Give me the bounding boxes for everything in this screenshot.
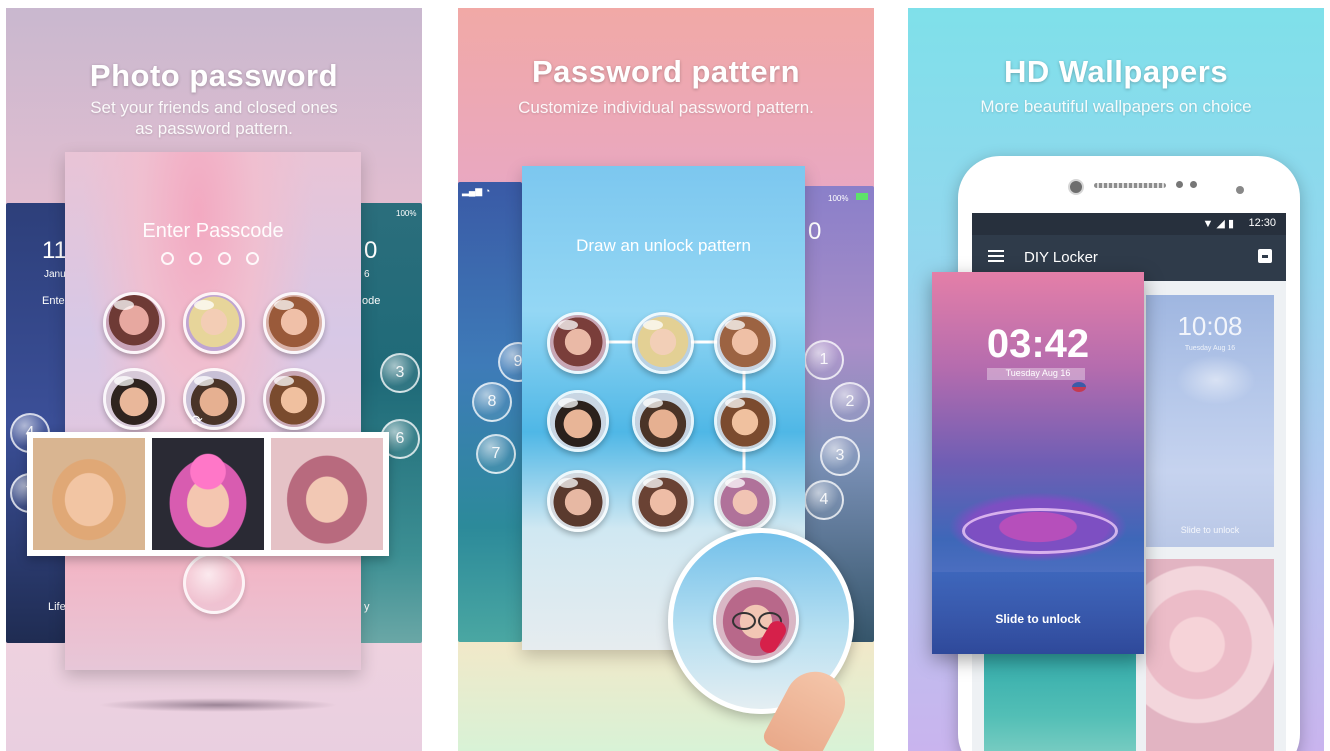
thumb-slide: Slide to unlock (1180, 525, 1240, 535)
peek-key: 3 (820, 436, 860, 476)
refresh-icon[interactable]: ⟳ (191, 412, 207, 428)
sensor (1236, 186, 1244, 194)
status-time: 12:30 (1248, 217, 1276, 229)
photo-key[interactable] (103, 368, 165, 430)
panel-title: Photo password (89, 58, 339, 93)
panel-title: HD Wallpapers (1003, 54, 1229, 89)
peek-battery: 100% (396, 209, 417, 218)
passcode-dot (161, 252, 174, 265)
peek-code: ode (362, 295, 381, 307)
peek-key: 9 (498, 342, 522, 382)
panel-subtitle-line2: as password pattern. (135, 119, 293, 138)
friend-photo[interactable] (271, 438, 383, 550)
peek-enter: Ente (42, 295, 65, 307)
flag-icon (1072, 382, 1086, 392)
peek-key: 4 (804, 480, 844, 520)
passcode-screen: Enter Passcode ⟳ (65, 152, 361, 670)
peek-date: Janu (44, 269, 66, 280)
hamburger-icon[interactable] (988, 250, 1004, 252)
status-bar: ▼ ◢ ▮ 12:30 (972, 213, 1286, 235)
sensor (1176, 181, 1183, 188)
friend-photo[interactable] (33, 438, 145, 550)
photo-strip (27, 432, 389, 556)
panel-subtitle: More beautiful wallpapers on choice (980, 97, 1252, 116)
pattern-node[interactable] (547, 390, 609, 452)
preview-date: Tuesday Aug 16 (1005, 368, 1071, 378)
passcode-dot (218, 252, 231, 265)
photo-key[interactable] (263, 368, 325, 430)
panel-subtitle-line1: Set your friends and closed ones (90, 98, 338, 117)
peek-key: 8 (472, 382, 512, 422)
peek-clock: 11 (42, 237, 66, 264)
friend-photo[interactable] (152, 438, 264, 550)
peek-date: 6 (364, 269, 370, 280)
pattern-node[interactable] (714, 312, 776, 374)
pattern-node[interactable] (632, 312, 694, 374)
pattern-node[interactable] (714, 390, 776, 452)
speaker-grille (1094, 183, 1166, 188)
photo-key[interactable] (103, 292, 165, 354)
peek-key: 1 (804, 340, 844, 380)
panel-subtitle: Customize individual password pattern. (518, 98, 814, 117)
pattern-node[interactable] (714, 470, 776, 532)
signal-icon: ▼ ◢ ▮ (1202, 218, 1234, 230)
peek-clock: 0 (364, 237, 378, 264)
app-title: DIY Locker (1024, 249, 1098, 266)
wallpaper-preview[interactable]: 03:42 Tuesday Aug 16 Slide to unlock (932, 272, 1144, 654)
shadow (98, 698, 338, 712)
archive-icon[interactable] (1258, 249, 1272, 263)
peek-footer: Life (48, 601, 66, 613)
preview-slide: Slide to unlock (995, 612, 1081, 626)
right-peek-screen: 100% 0 6 ode 3 6 y (358, 203, 422, 643)
home-bubble[interactable] (183, 552, 245, 614)
wallpaper-thumb-drops[interactable]: 10:08 Tuesday Aug 16 Slide to unlock (1146, 295, 1274, 547)
pattern-node[interactable] (547, 312, 609, 374)
peek-key: 7 (476, 434, 516, 474)
magnified-node[interactable] (713, 577, 799, 663)
panel-photo-password: Photo password Set your friends and clos… (6, 8, 422, 751)
left-peek-screen: ▂▄▆ ◔ 9 8 7 (458, 182, 522, 642)
preview-time: 03:42 (986, 322, 1090, 366)
panel-password-pattern: Password pattern Customize individual pa… (458, 8, 874, 751)
peek-footer: y (364, 601, 370, 613)
passcode-prompt: Enter Passcode (142, 220, 284, 242)
thumb-time: 10:08 (1177, 311, 1243, 341)
pattern-node[interactable] (632, 390, 694, 452)
panel-hd-wallpapers: HD Wallpapers More beautiful wallpapers … (908, 8, 1324, 751)
passcode-dot (246, 252, 259, 265)
splash-ring (962, 508, 1118, 554)
photo-key[interactable] (263, 292, 325, 354)
battery-icon (856, 193, 868, 200)
wallpaper-thumb-roses[interactable] (1146, 559, 1274, 751)
peek-battery: 100% (828, 194, 849, 203)
front-camera (1068, 179, 1084, 195)
wifi-icon: ▂▄▆ ◔ (462, 186, 491, 196)
panel-title: Password pattern (531, 54, 801, 89)
sensor (1190, 181, 1197, 188)
photo-key[interactable] (183, 292, 245, 354)
pattern-node[interactable] (632, 470, 694, 532)
thumb-date: Tuesday Aug 16 (1184, 345, 1236, 352)
peek-key: 2 (830, 382, 870, 422)
peek-key: 3 (380, 353, 420, 393)
pattern-node[interactable] (547, 470, 609, 532)
passcode-dot (189, 252, 202, 265)
left-peek-screen: 11 Janu Ente 4 7 Life (6, 203, 66, 643)
peek-clock: 0 (808, 218, 822, 245)
